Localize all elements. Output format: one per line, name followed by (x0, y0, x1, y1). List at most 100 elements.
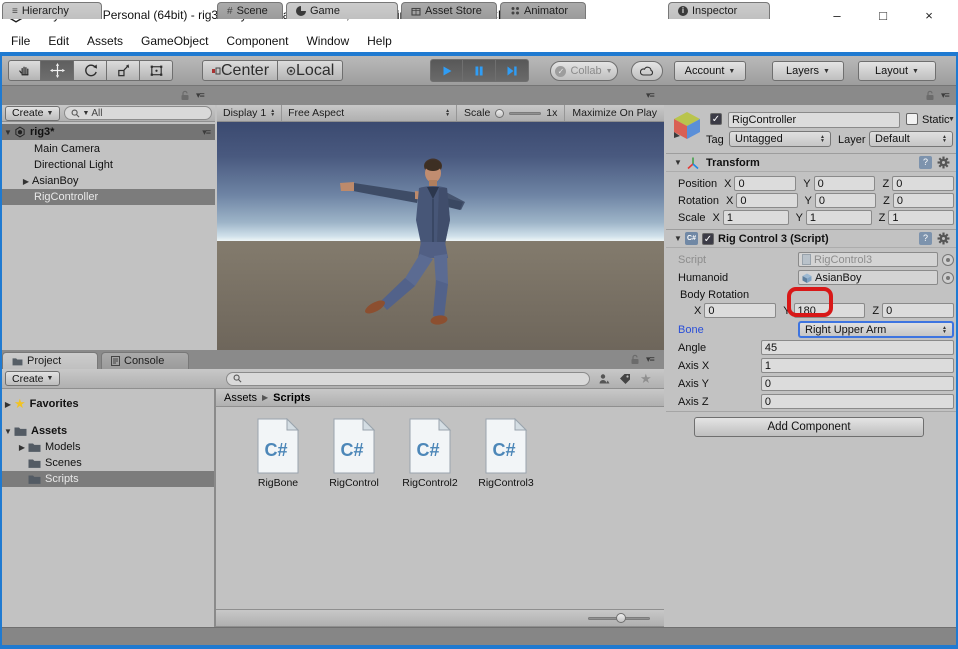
scale-y-field[interactable] (806, 210, 872, 225)
minimize-button[interactable]: – (814, 0, 860, 30)
body-rotation-x-field[interactable] (704, 303, 776, 318)
foldout-closed-icon[interactable]: ▶ (20, 177, 32, 186)
rotate-tool-button[interactable] (74, 60, 107, 81)
search-by-label-icon[interactable] (619, 373, 631, 385)
breadcrumb-root[interactable]: Assets (224, 392, 257, 404)
component-enabled-checkbox[interactable]: ✓ (702, 233, 714, 245)
transform-header[interactable]: ▼ Transform ? (666, 153, 956, 172)
tab-scene[interactable]: # Scene (217, 2, 283, 19)
folder-row-models[interactable]: ▶ Models (2, 439, 214, 455)
add-component-button[interactable]: Add Component (694, 417, 924, 437)
panel-menu-icon[interactable]: ▾≡ (646, 354, 654, 365)
hierarchy-item-main-camera[interactable]: Main Camera (2, 141, 215, 157)
foldout-open-icon[interactable]: ▼ (672, 158, 684, 167)
hierarchy-item-asianboy[interactable]: ▶ AsianBoy (2, 173, 215, 189)
menu-help[interactable]: Help (358, 30, 401, 52)
menu-component[interactable]: Component (217, 30, 297, 52)
object-picker-icon[interactable] (942, 254, 954, 266)
move-tool-button[interactable] (41, 60, 74, 81)
project-search-input[interactable] (226, 372, 590, 386)
panel-menu-icon[interactable]: ▾≡ (196, 90, 204, 101)
scene-menu-icon[interactable]: ▾≡ (202, 127, 210, 138)
lock-icon[interactable] (925, 90, 935, 101)
project-search-field[interactable] (244, 372, 583, 385)
menu-file[interactable]: File (2, 30, 39, 52)
tab-inspector[interactable]: i Inspector (668, 2, 770, 19)
help-icon[interactable]: ? (919, 156, 932, 169)
account-dropdown[interactable]: Account▼ (674, 61, 746, 81)
menu-window[interactable]: Window (297, 30, 358, 52)
active-checkbox[interactable]: ✓ (710, 113, 722, 125)
gear-icon[interactable] (937, 156, 950, 169)
pivot-mode-button[interactable]: Center (202, 60, 278, 81)
tab-project[interactable]: Project (2, 352, 98, 369)
rect-tool-button[interactable] (140, 60, 173, 81)
zoom-slider-knob[interactable] (616, 613, 626, 623)
assets-root-row[interactable]: ▼ Assets (2, 423, 214, 439)
collab-button[interactable]: ✓ Collab ▼ (550, 61, 618, 81)
close-button[interactable]: × (906, 0, 952, 30)
panel-menu-icon[interactable]: ▾≡ (646, 90, 654, 101)
rig-control-3-header[interactable]: ▼ C# ✓ Rig Control 3 (Script) ? (666, 229, 956, 248)
scale-tool-button[interactable] (107, 60, 140, 81)
layer-dropdown[interactable]: Default ▲▼ (869, 131, 953, 147)
thumbnail-zoom-slider[interactable] (588, 617, 650, 620)
foldout-open-icon[interactable]: ▼ (672, 234, 684, 243)
menu-edit[interactable]: Edit (39, 30, 78, 52)
foldout-open-icon[interactable]: ▼ (2, 128, 14, 137)
bone-dropdown[interactable]: Right Upper Arm ▲▼ (798, 321, 954, 338)
tab-game[interactable]: Game (286, 2, 398, 19)
step-button[interactable] (496, 59, 529, 82)
play-button[interactable] (430, 59, 463, 82)
maximize-button[interactable]: □ (860, 0, 906, 30)
display-dropdown[interactable]: Display 1 ▲▼ (217, 105, 282, 121)
static-dropdown-arrow[interactable]: ▼ (948, 116, 955, 123)
object-picker-icon[interactable] (942, 272, 954, 284)
scene-row-rig3[interactable]: ▼ rig3* ▾≡ (2, 124, 215, 140)
lock-icon[interactable] (180, 90, 190, 101)
asset-rigcontrol[interactable]: C# RigControl (316, 418, 392, 489)
position-z-field[interactable] (892, 176, 954, 191)
help-icon[interactable]: ? (919, 232, 932, 245)
folder-row-scripts[interactable]: Scripts (2, 471, 214, 487)
foldout-open-icon[interactable]: ▼ (2, 427, 14, 436)
breadcrumb-current[interactable]: Scripts (273, 392, 310, 404)
favorites-row[interactable]: ▶ ★ Favorites (2, 396, 214, 412)
asset-rigbone[interactable]: C# RigBone (240, 418, 316, 489)
hierarchy-create-button[interactable]: Create▼ (5, 106, 60, 121)
humanoid-object-field[interactable]: AsianBoy (798, 270, 938, 285)
scale-slider-knob[interactable] (495, 109, 504, 118)
position-y-field[interactable] (814, 176, 876, 191)
hand-tool-button[interactable] (8, 60, 41, 81)
tab-asset-store[interactable]: Asset Store (401, 2, 497, 19)
static-checkbox[interactable] (906, 113, 918, 125)
rotation-x-field[interactable] (736, 193, 797, 208)
tag-dropdown[interactable]: Untagged ▲▼ (729, 131, 831, 147)
scale-z-field[interactable] (888, 210, 954, 225)
menu-assets[interactable]: Assets (78, 30, 132, 52)
asset-rigcontrol2[interactable]: C# RigControl2 (392, 418, 468, 489)
save-search-star-icon[interactable]: ★ (640, 373, 652, 385)
folder-row-scenes[interactable]: Scenes (2, 455, 214, 471)
foldout-closed-icon[interactable]: ▶ (2, 400, 14, 409)
hierarchy-item-rigcontroller[interactable]: RigController (2, 189, 215, 205)
body-rotation-z-field[interactable] (882, 303, 954, 318)
panel-menu-icon[interactable]: ▾≡ (941, 90, 949, 101)
angle-field[interactable] (761, 340, 954, 355)
menu-gameobject[interactable]: GameObject (132, 30, 217, 52)
search-by-type-icon[interactable] (598, 373, 610, 385)
lock-icon[interactable] (630, 354, 640, 365)
tab-console[interactable]: Console (101, 352, 189, 369)
foldout-closed-icon[interactable]: ▶ (16, 443, 28, 452)
layout-dropdown[interactable]: Layout▼ (858, 61, 936, 81)
rotation-y-field[interactable] (815, 193, 876, 208)
game-viewport[interactable] (217, 122, 664, 350)
aspect-dropdown[interactable]: Free Aspect ▲▼ (282, 105, 457, 121)
position-x-field[interactable] (734, 176, 796, 191)
hierarchy-item-directional-light[interactable]: Directional Light (2, 157, 215, 173)
axis-x-field[interactable] (761, 358, 954, 373)
rotation-z-field[interactable] (893, 193, 954, 208)
scale-x-field[interactable] (723, 210, 789, 225)
gameobject-name-field[interactable] (728, 112, 900, 128)
cloud-button[interactable] (631, 61, 663, 81)
